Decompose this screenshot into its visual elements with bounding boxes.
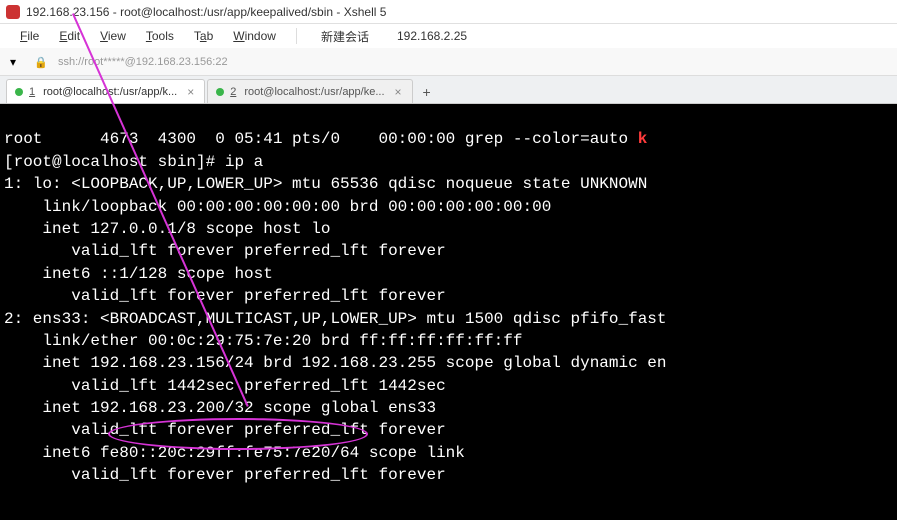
terminal-line: inet 192.168.23.200/32 scope global ens3… (4, 399, 436, 417)
menu-divider (296, 28, 297, 44)
close-icon[interactable]: × (187, 85, 194, 99)
terminal-line: inet6 fe80::20c:29ff:fe75:7e20/64 scope … (4, 444, 465, 462)
tab-label: root@localhost:/usr/app/ke... (244, 86, 384, 98)
terminal-line: valid_lft forever preferred_lft forever (4, 242, 446, 260)
menu-tools[interactable]: Tools (138, 27, 182, 45)
tabbar: 1 root@localhost:/usr/app/k... × 2 root@… (0, 76, 897, 104)
terminal-line: [root@localhost sbin]# ip a (4, 153, 263, 171)
app-icon (6, 5, 20, 19)
terminal-line: inet6 ::1/128 scope host (4, 265, 273, 283)
window-title: 192.168.23.156 - root@localhost:/usr/app… (26, 5, 386, 19)
terminal-line: inet 127.0.0.1/8 scope host lo (4, 220, 330, 238)
tab-label: root@localhost:/usr/app/k... (43, 86, 177, 98)
terminal-line: root 4673 4300 0 05:41 pts/0 00:00:00 gr… (4, 130, 638, 148)
terminal-line: 2: ens33: <BROADCAST,MULTICAST,UP,LOWER_… (4, 310, 667, 328)
connection-string: ssh://root*****@192.168.23.156:22 (58, 56, 228, 68)
terminal-line: link/loopback 00:00:00:00:00:00 brd 00:0… (4, 198, 551, 216)
dropdown-icon[interactable]: ▾ (10, 55, 24, 69)
menu-file[interactable]: File (12, 27, 47, 45)
add-tab-button[interactable]: + (415, 81, 439, 103)
status-dot-icon (15, 88, 23, 96)
titlebar: 192.168.23.156 - root@localhost:/usr/app… (0, 0, 897, 24)
menu-tab[interactable]: Tab (186, 27, 221, 45)
menu-new-session[interactable]: 新建会话 (309, 26, 381, 47)
terminal-line: valid_lft forever preferred_lft forever (4, 421, 446, 439)
menu-edit[interactable]: Edit (51, 27, 88, 45)
terminal-line: valid_lft forever preferred_lft forever (4, 466, 446, 484)
terminal-line: link/ether 00:0c:29:75:7e:20 brd ff:ff:f… (4, 332, 522, 350)
lock-icon (34, 55, 48, 69)
menu-view[interactable]: View (92, 27, 134, 45)
menu-window[interactable]: Window (225, 27, 284, 45)
menu-ip[interactable]: 192.168.2.25 (385, 27, 479, 45)
tab-1[interactable]: 1 root@localhost:/usr/app/k... × (6, 79, 205, 103)
close-icon[interactable]: × (395, 85, 402, 99)
tab-number: 1 (29, 86, 35, 98)
terminal-line: valid_lft 1442sec preferred_lft 1442sec (4, 377, 446, 395)
terminal-line: 1: lo: <LOOPBACK,UP,LOWER_UP> mtu 65536 … (4, 175, 657, 193)
menubar: File Edit View Tools Tab Window 新建会话 192… (0, 24, 897, 48)
terminal[interactable]: root 4673 4300 0 05:41 pts/0 00:00:00 gr… (0, 104, 897, 520)
terminal-text-red: k (638, 130, 648, 148)
status-dot-icon (216, 88, 224, 96)
tab-number: 2 (230, 86, 236, 98)
tab-2[interactable]: 2 root@localhost:/usr/app/ke... × (207, 79, 412, 103)
toolbar: ▾ ssh://root*****@192.168.23.156:22 (0, 48, 897, 76)
terminal-line: valid_lft forever preferred_lft forever (4, 287, 446, 305)
terminal-line: inet 192.168.23.156/24 brd 192.168.23.25… (4, 354, 667, 372)
